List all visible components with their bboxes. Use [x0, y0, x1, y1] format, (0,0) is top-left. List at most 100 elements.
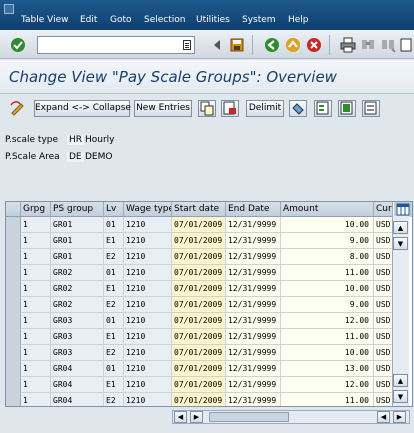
cell-amount[interactable]: 10.00	[281, 217, 374, 233]
history-icon[interactable]	[183, 40, 191, 50]
cell-end-date[interactable]: 12/31/9999	[226, 233, 281, 249]
find-next-icon[interactable]	[378, 35, 398, 55]
row-selector[interactable]	[6, 313, 21, 329]
cell-curr[interactable]: USD	[374, 313, 393, 329]
col-header-end-date[interactable]: End Date	[226, 202, 281, 217]
scroll-right-page-icon[interactable]: ▶	[190, 411, 203, 423]
col-header-start-date[interactable]: Start date	[172, 202, 226, 217]
print-icon[interactable]	[338, 35, 358, 55]
table-row[interactable]: 1 GR02 E1 1210 07/01/2009 12/31/9999 10.00 USD	[6, 281, 393, 297]
delete-icon[interactable]	[221, 100, 239, 117]
delimit-button[interactable]: Delimit	[246, 100, 284, 117]
col-header-curr[interactable]: Curr	[374, 202, 393, 217]
cell-end-date[interactable]: 12/31/9999	[226, 377, 281, 393]
cell-end-date[interactable]: 12/31/9999	[226, 345, 281, 361]
row-selector[interactable]	[6, 249, 21, 265]
cell-end-date[interactable]: 12/31/9999	[226, 329, 281, 345]
table-row[interactable]: 1 GR03 01 1210 07/01/2009 12/31/9999 12.00 USD	[6, 313, 393, 329]
row-selector[interactable]	[6, 265, 21, 281]
cell-end-date[interactable]: 12/31/9999	[226, 393, 281, 406]
table-row[interactable]: 1 GR04 E1 1210 07/01/2009 12/31/9999 12.00 USD	[6, 377, 393, 393]
system-menu-icon[interactable]	[4, 4, 14, 14]
find-icon[interactable]	[358, 35, 378, 55]
cell-end-date[interactable]: 12/31/9999	[226, 281, 281, 297]
cell-amount[interactable]: 10.00	[281, 281, 374, 297]
cell-end-date[interactable]: 12/31/9999	[226, 249, 281, 265]
command-field[interactable]	[37, 36, 195, 54]
row-selector[interactable]	[6, 345, 21, 361]
cell-curr[interactable]: USD	[374, 281, 393, 297]
select-all-icon[interactable]	[314, 100, 332, 117]
row-selector[interactable]	[6, 377, 21, 393]
menu-system[interactable]: System	[242, 15, 276, 25]
row-selector[interactable]	[6, 329, 21, 345]
cell-amount[interactable]: 12.00	[281, 377, 374, 393]
undo-change-icon[interactable]	[289, 100, 307, 117]
col-header-amount[interactable]: Amount	[281, 202, 374, 217]
exit-icon[interactable]	[283, 35, 303, 55]
table-row[interactable]: 1 GR04 E2 1210 07/01/2009 12/31/9999 11.00 USD	[6, 393, 393, 406]
select-all-column-header[interactable]	[6, 202, 21, 217]
menu-table-view[interactable]: Table View	[21, 15, 69, 25]
menu-utilities[interactable]: Utilities	[196, 15, 230, 25]
scroll-page-down-icon[interactable]: ▼	[393, 237, 408, 250]
cell-amount[interactable]: 9.00	[281, 233, 374, 249]
cell-curr[interactable]: USD	[374, 345, 393, 361]
cell-end-date[interactable]: 12/31/9999	[226, 265, 281, 281]
cell-curr[interactable]: USD	[374, 249, 393, 265]
table-row[interactable]: 1 GR03 E1 1210 07/01/2009 12/31/9999 11.00 USD	[6, 329, 393, 345]
scroll-up-icon[interactable]: ▲	[393, 221, 408, 234]
cell-end-date[interactable]: 12/31/9999	[226, 297, 281, 313]
cell-amount[interactable]: 8.00	[281, 249, 374, 265]
table-row[interactable]: 1 GR02 01 1210 07/01/2009 12/31/9999 11.00 USD	[6, 265, 393, 281]
expand-collapse-button[interactable]: Expand <-> Collapse	[34, 100, 131, 117]
cell-amount[interactable]: 11.00	[281, 265, 374, 281]
cell-amount[interactable]: 13.00	[281, 361, 374, 377]
row-selector[interactable]	[6, 217, 21, 233]
table-row[interactable]: 1 GR01 E1 1210 07/01/2009 12/31/9999 9.00 USD	[6, 233, 393, 249]
table-row[interactable]: 1 GR01 E2 1210 07/01/2009 12/31/9999 8.00 USD	[6, 249, 393, 265]
vertical-scrollbar[interactable]: ▲ ▼ ▲ ▼	[392, 216, 409, 406]
menu-goto[interactable]: Goto	[110, 15, 132, 25]
col-header-grpg[interactable]: Grpg	[21, 202, 51, 217]
table-row[interactable]: 1 GR03 E2 1210 07/01/2009 12/31/9999 10.00 USD	[6, 345, 393, 361]
save-icon[interactable]	[227, 35, 247, 55]
col-header-lv[interactable]: Lv	[104, 202, 124, 217]
menu-selection[interactable]: Selection	[144, 15, 185, 25]
scroll-left-page-icon[interactable]: ◀	[377, 411, 390, 423]
cell-amount[interactable]: 10.00	[281, 345, 374, 361]
display-change-icon[interactable]	[8, 98, 28, 118]
menu-help[interactable]: Help	[288, 15, 309, 25]
row-selector[interactable]	[6, 297, 21, 313]
cell-amount[interactable]: 9.00	[281, 297, 374, 313]
deselect-all-icon[interactable]	[362, 100, 380, 117]
cell-end-date[interactable]: 12/31/9999	[226, 313, 281, 329]
horizontal-scrollbar[interactable]: ◀ ▶ ◀ ▶	[172, 410, 410, 424]
new-entries-button[interactable]: New Entries	[134, 100, 192, 117]
table-row[interactable]: 1 GR01 01 1210 07/01/2009 12/31/9999 10.00 USD	[6, 217, 393, 233]
scroll-right-icon[interactable]: ▶	[393, 411, 406, 423]
first-page-icon[interactable]	[396, 35, 414, 55]
cell-amount[interactable]: 11.00	[281, 393, 374, 406]
copy-icon[interactable]	[198, 100, 216, 117]
cell-amount[interactable]: 12.00	[281, 313, 374, 329]
scroll-page-up-icon[interactable]: ▲	[393, 374, 408, 387]
menu-edit[interactable]: Edit	[80, 15, 97, 25]
cell-curr[interactable]: USD	[374, 233, 393, 249]
cell-curr[interactable]: USD	[374, 297, 393, 313]
table-row[interactable]: 1 GR04 01 1210 07/01/2009 12/31/9999 13.00 USD	[6, 361, 393, 377]
col-header-wage-type[interactable]: Wage type	[124, 202, 172, 217]
row-selector[interactable]	[6, 393, 21, 406]
horizontal-scroll-thumb[interactable]	[209, 412, 289, 422]
cell-curr[interactable]: USD	[374, 217, 393, 233]
enter-icon[interactable]	[8, 35, 28, 55]
row-selector[interactable]	[6, 233, 21, 249]
cell-curr[interactable]: USD	[374, 361, 393, 377]
scroll-down-icon[interactable]: ▼	[393, 390, 408, 403]
cancel-icon[interactable]	[304, 35, 324, 55]
row-selector[interactable]	[6, 281, 21, 297]
row-selector[interactable]	[6, 361, 21, 377]
table-row[interactable]: 1 GR02 E2 1210 07/01/2009 12/31/9999 9.00 USD	[6, 297, 393, 313]
cell-amount[interactable]: 11.00	[281, 329, 374, 345]
cell-curr[interactable]: USD	[374, 265, 393, 281]
